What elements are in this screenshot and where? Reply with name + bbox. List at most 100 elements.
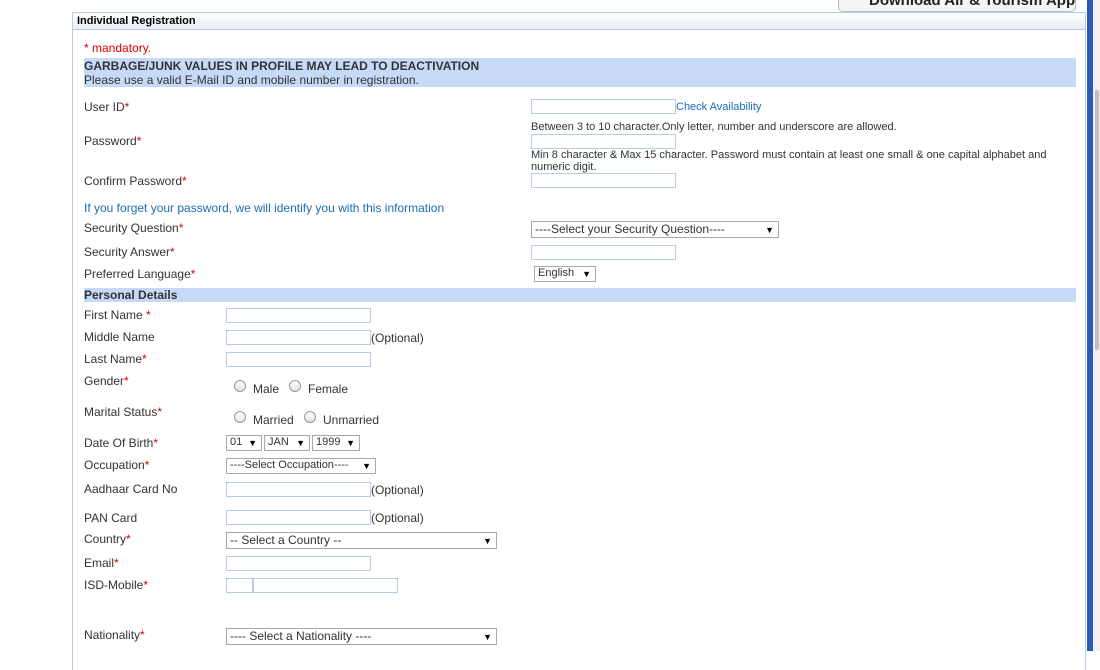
confirm-password-label: Confirm Password*	[84, 174, 187, 188]
required-mark: *	[190, 267, 196, 281]
email-input[interactable]	[226, 556, 371, 571]
dob-day-value: 01	[230, 436, 243, 448]
marital-unmarried-radio[interactable]	[304, 411, 316, 423]
occupation-select[interactable]: ----Select Occupation---- ▼	[226, 458, 376, 474]
first-name-label-text: First Name	[84, 308, 143, 322]
preferred-language-label: Preferred Language*	[84, 267, 195, 281]
isd-code-input[interactable]	[226, 578, 253, 593]
occupation-value: ----Select Occupation----	[230, 459, 349, 471]
country-select[interactable]: -- Select a Country -- ▼	[226, 532, 497, 549]
mobile-input[interactable]	[253, 578, 398, 593]
dob-year-value: 1999	[316, 436, 341, 448]
required-mark: *	[146, 308, 151, 322]
dob-label: Date Of Birth*	[84, 436, 158, 450]
user-id-label-text: User ID	[84, 100, 125, 114]
aadhaar-input[interactable]	[226, 482, 371, 497]
dropdown-arrow-icon: ▼	[362, 461, 371, 471]
mandatory-note: * mandatory.	[84, 41, 152, 55]
aadhaar-optional: (Optional)	[371, 483, 424, 497]
required-mark: *	[136, 134, 142, 148]
panel-title: Individual Registration	[72, 12, 1086, 30]
dropdown-arrow-icon: ▼	[582, 269, 591, 279]
country-label: Country*	[84, 532, 131, 546]
gender-female-label: Female	[308, 382, 349, 396]
marital-married-label: Married	[253, 413, 294, 427]
confirm-password-label-text: Confirm Password	[84, 174, 183, 188]
required-mark: *	[170, 245, 175, 259]
panel-title-text: Individual Registration	[77, 15, 196, 27]
required-mark: *	[124, 374, 129, 388]
nationality-label: Nationality*	[84, 628, 145, 642]
gender-male-label: Male	[253, 382, 280, 396]
required-mark: *	[144, 458, 150, 472]
dob-month-select[interactable]: JAN ▼	[264, 435, 310, 451]
required-mark: *	[140, 628, 145, 642]
scrollbar-thumb[interactable]	[1095, 90, 1099, 350]
gender-label-text: Gender	[84, 374, 125, 388]
user-id-label: User ID*	[84, 100, 129, 114]
download-app-label: Download Air & Tourism App	[869, 0, 1076, 9]
password-hint-line2: numeric digit.	[531, 161, 597, 173]
required-mark: *	[114, 556, 119, 570]
personal-details-title: Personal Details	[84, 288, 178, 302]
confirm-password-input[interactable]	[531, 173, 676, 188]
dob-label-text: Date Of Birth	[84, 436, 154, 450]
middle-name-input[interactable]	[226, 330, 371, 345]
occupation-label: Occupation*	[84, 458, 149, 472]
email-label-text: Email	[84, 556, 115, 570]
dropdown-arrow-icon: ▼	[765, 225, 774, 235]
warning-subtext: Please use a valid E-Mail ID and mobile …	[84, 73, 419, 87]
password-input[interactable]	[531, 134, 676, 149]
pan-optional: (Optional)	[371, 511, 424, 525]
pan-label: PAN Card	[84, 511, 138, 525]
dropdown-arrow-icon: ▼	[346, 438, 355, 448]
security-question-label: Security Question*	[84, 221, 183, 235]
isd-mobile-label-text: ISD-Mobile	[84, 578, 144, 592]
marital-status-label: Marital Status*	[84, 405, 162, 419]
gender-male-radio[interactable]	[234, 380, 246, 392]
warning-box: GARBAGE/JUNK VALUES IN PROFILE MAY LEAD …	[84, 58, 1076, 87]
download-app-button[interactable]: Download Air & Tourism App	[838, 0, 1076, 12]
user-id-hint: Between 3 to 10 character.Only letter, n…	[531, 121, 897, 133]
required-mark: *	[182, 174, 187, 188]
security-question-select[interactable]: ----Select your Security Question---- ▼	[531, 221, 779, 238]
required-mark: *	[157, 405, 163, 419]
warning-title: GARBAGE/JUNK VALUES IN PROFILE MAY LEAD …	[84, 59, 480, 73]
nationality-value: ---- Select a Nationality ----	[230, 629, 372, 643]
gender-label: Gender*	[84, 374, 129, 388]
user-id-input[interactable]	[531, 99, 676, 114]
security-answer-input[interactable]	[531, 245, 676, 260]
security-answer-label-text: Security Answer	[84, 245, 171, 259]
required-mark: *	[178, 221, 184, 235]
required-mark: *	[153, 436, 159, 450]
password-hint-line1: Min 8 character & Max 15 character. Pass…	[531, 149, 1047, 161]
marital-status-label-text: Marital Status	[84, 405, 158, 419]
check-availability-link[interactable]: Check Availability	[676, 101, 761, 113]
required-mark: *	[142, 352, 147, 366]
personal-details-header: Personal Details	[84, 288, 1076, 302]
security-question-value: ----Select your Security Question----	[535, 222, 726, 236]
marital-unmarried-label: Unmarried	[323, 413, 380, 427]
gender-female-radio[interactable]	[289, 380, 301, 392]
first-name-input[interactable]	[226, 308, 371, 323]
country-label-text: Country	[84, 532, 127, 546]
last-name-input[interactable]	[226, 352, 371, 367]
aadhaar-label: Aadhaar Card No	[84, 482, 178, 496]
nationality-label-text: Nationality	[84, 628, 141, 642]
marital-married-radio[interactable]	[234, 411, 246, 423]
required-mark: *	[126, 532, 131, 546]
preferred-language-select[interactable]: English ▼	[534, 266, 596, 282]
preferred-language-label-text: Preferred Language	[84, 267, 191, 281]
dob-year-select[interactable]: 1999 ▼	[312, 435, 360, 451]
required-mark: *	[143, 578, 149, 592]
nationality-select[interactable]: ---- Select a Nationality ---- ▼	[226, 628, 497, 645]
password-label-text: Password	[84, 134, 137, 148]
password-label: Password*	[84, 134, 141, 148]
middle-name-label: Middle Name	[84, 330, 155, 344]
pan-input[interactable]	[226, 510, 371, 525]
dropdown-arrow-icon: ▼	[248, 438, 257, 448]
dob-day-select[interactable]: 01 ▼	[226, 435, 262, 451]
last-name-label: Last Name*	[84, 352, 147, 366]
occupation-label-text: Occupation	[84, 458, 145, 472]
preferred-language-value: English	[538, 267, 575, 279]
